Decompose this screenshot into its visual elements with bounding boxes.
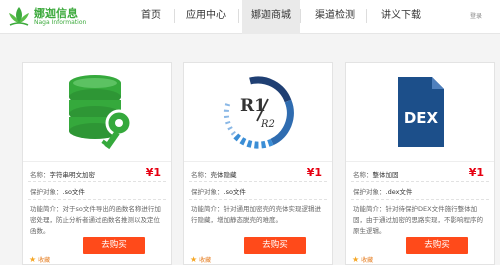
nav-app-center[interactable]: 应用中心 [174, 0, 238, 34]
star-icon: ★ [352, 255, 360, 264]
logo-text-en: Naga Information [34, 19, 87, 26]
product-description: 功能简介：针对通用加密壳的壳体实现逻辑进行隐藏，增加静态脱壳的难度。 [191, 204, 327, 226]
product-name: 字符串明文加密 [49, 171, 96, 179]
product-name: 整体加固 [372, 171, 399, 179]
divider [351, 181, 489, 182]
nav-handout-download[interactable]: 讲义下载 [370, 0, 432, 34]
nav-home[interactable]: 首页 [128, 0, 174, 34]
target-label: 保护对象： [191, 188, 224, 196]
r2-label: R2 [260, 119, 275, 130]
buy-button[interactable]: 去购买 [244, 237, 306, 254]
favorite-button[interactable]: ★ 收藏 [190, 249, 211, 264]
nav-channel-check[interactable]: 渠道检测 [304, 0, 366, 34]
favorite-label: 收藏 [199, 257, 212, 264]
divider [189, 199, 327, 200]
name-label: 名称： [30, 171, 50, 179]
logo[interactable]: 娜迦信息 Naga Information [6, 4, 90, 30]
divider [351, 199, 489, 200]
favorite-label: 收藏 [361, 257, 374, 264]
buy-button[interactable]: 去购买 [406, 237, 468, 254]
product-card: DEX 名称：整体加固 ¥1 保护对象：.dex文件 功能简介：针对待保护DEX… [345, 62, 495, 265]
target-row: 保护对象：.dex文件 [353, 186, 412, 196]
nav-divider [300, 9, 301, 23]
price: ¥1 [145, 166, 161, 179]
r1-label: R1 [240, 96, 266, 116]
product-description: 功能简介：针对待保护DEX文件施行整体加固，由于通过加密的思路实现，不影响程序的… [353, 204, 489, 237]
name-label: 名称： [353, 171, 373, 179]
buy-button[interactable]: 去购买 [83, 237, 145, 254]
name-label: 名称： [191, 171, 211, 179]
protect-target: .so文件 [62, 188, 85, 196]
product-description: 功能简介：对于so文件导出的函数名称进行加密处理，防止分析者通过函数名推测以及定… [30, 204, 166, 237]
top-header: 娜迦信息 Naga Information 首页 应用中心 娜迦商城 渠道检测 … [0, 0, 500, 34]
dex-label: DEX [404, 109, 439, 127]
target-row: 保护对象：.so文件 [30, 186, 85, 196]
nav-divider [238, 9, 239, 23]
name-row: 名称：整体加固 [353, 169, 399, 179]
protect-target: .so文件 [223, 188, 246, 196]
name-row: 名称：字符串明文加密 [30, 169, 95, 179]
product-image [23, 63, 171, 161]
target-label: 保护对象： [353, 188, 386, 196]
target-label: 保护对象： [30, 188, 63, 196]
divider [28, 181, 166, 182]
dex-file-icon: DEX [398, 77, 444, 147]
price: ¥1 [468, 166, 484, 179]
product-name: 壳体隐藏 [210, 171, 237, 179]
nav-naga-store[interactable]: 娜迦商城 [242, 0, 300, 34]
product-card: 名称：字符串明文加密 ¥1 保护对象：.so文件 功能简介：对于so文件导出的函… [22, 62, 172, 265]
divider [189, 181, 327, 182]
product-image: R1 R2 [184, 63, 332, 161]
product-image: DEX [346, 63, 494, 161]
shell-hide-icon: R1 R2 [223, 76, 294, 149]
star-icon: ★ [190, 255, 198, 264]
favorite-label: 收藏 [38, 257, 51, 264]
database-key-icon [69, 75, 133, 150]
name-row: 名称：壳体隐藏 [191, 169, 237, 179]
desc-label: 功能简介： [353, 205, 386, 213]
protect-target: .dex文件 [385, 188, 413, 196]
divider [28, 199, 166, 200]
login-link[interactable]: 登录 [470, 11, 482, 20]
favorite-button[interactable]: ★ 收藏 [29, 249, 50, 264]
favorite-button[interactable]: ★ 收藏 [352, 249, 373, 264]
product-card: R1 R2 名称：壳体隐藏 ¥1 保护对象：.so文件 功能简介：针对通用加密壳… [183, 62, 333, 265]
lotus-logo-icon [9, 7, 29, 26]
star-icon: ★ [29, 255, 37, 264]
nav-divider [366, 9, 367, 23]
target-row: 保护对象：.so文件 [191, 186, 246, 196]
desc-label: 功能简介： [30, 205, 63, 213]
price: ¥1 [306, 166, 322, 179]
desc-label: 功能简介： [191, 205, 224, 213]
